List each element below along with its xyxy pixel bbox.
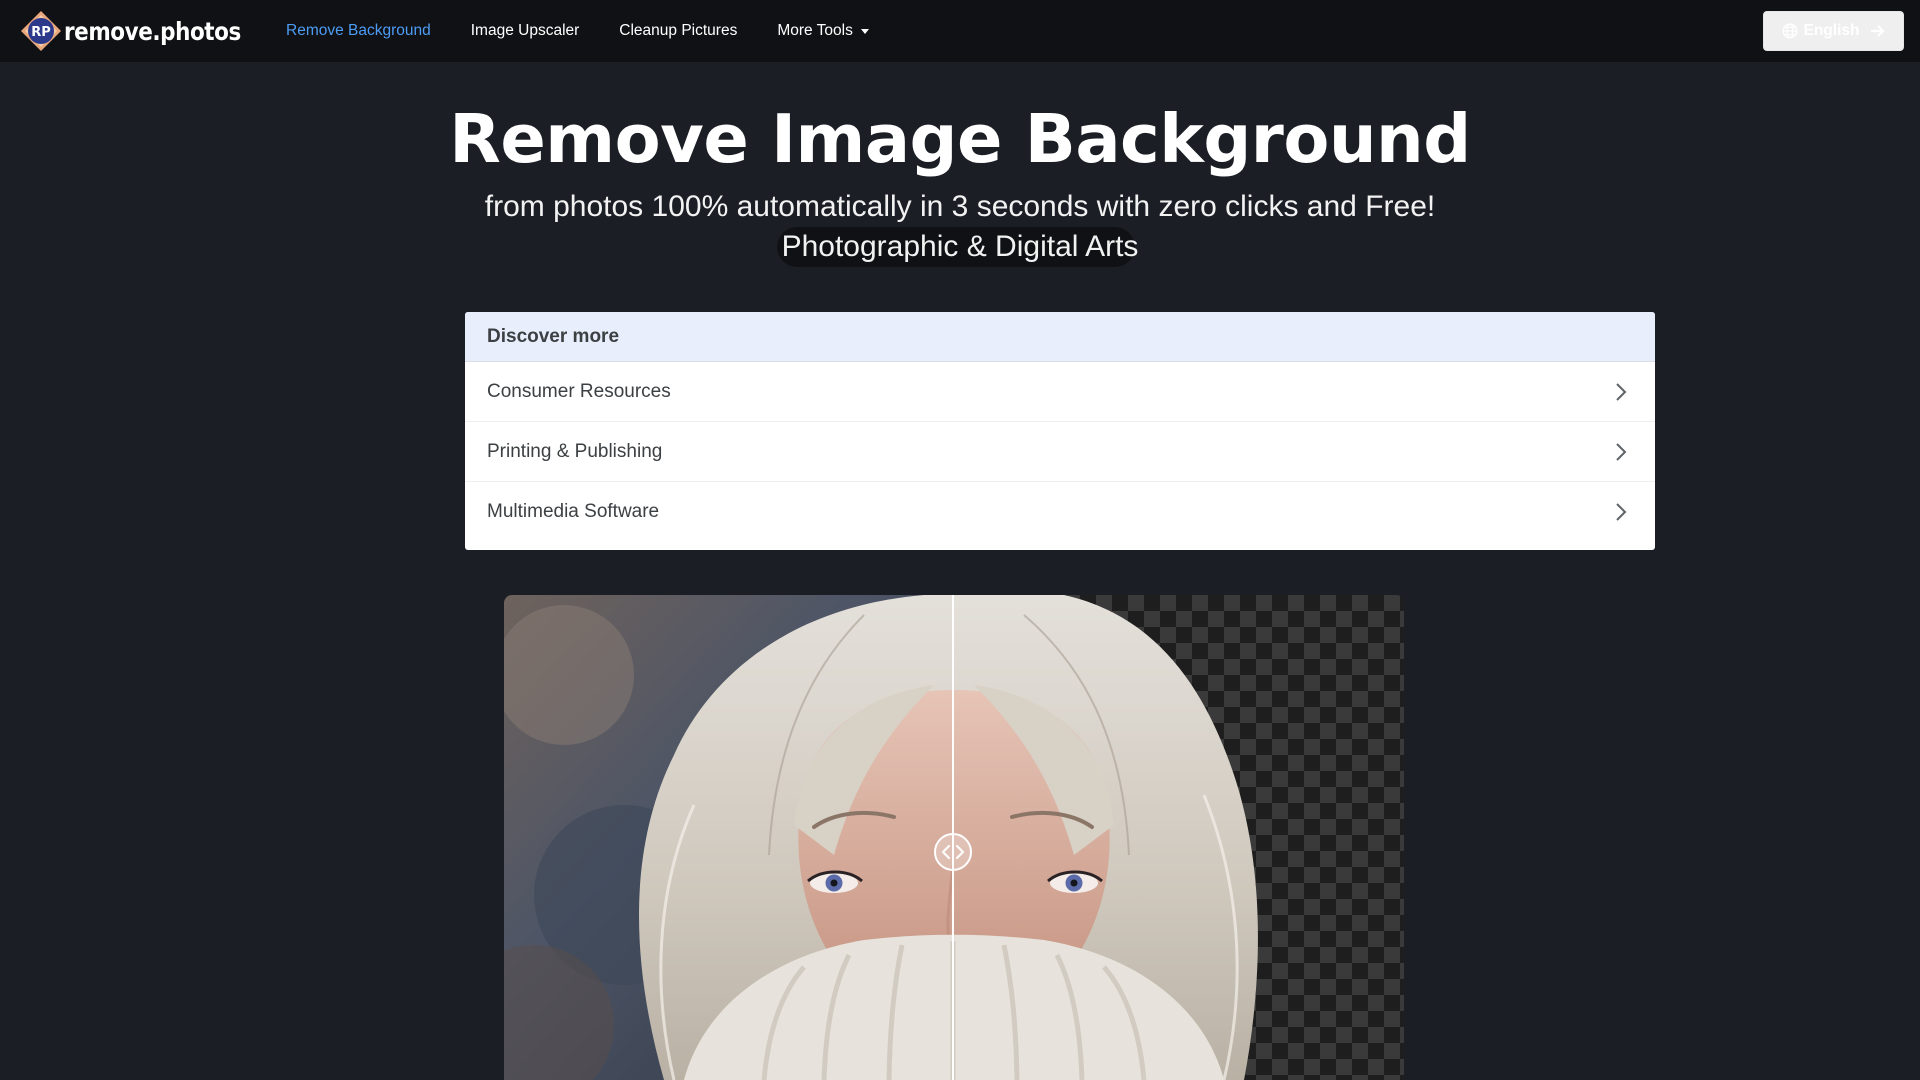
chevron-right-icon — [1616, 442, 1627, 461]
discover-more-panel: Discover more Consumer Resources Printin… — [465, 312, 1655, 550]
top-navbar: RP remove.photos Remove Background Image… — [0, 0, 1920, 62]
discover-item-printing-publishing[interactable]: Printing & Publishing — [465, 422, 1655, 482]
discover-more-heading: Discover more — [465, 312, 1655, 362]
split-arrows-icon — [941, 844, 965, 860]
page-title: Remove Image Background — [449, 100, 1471, 178]
arrow-right-icon — [1871, 25, 1885, 37]
rp-logo-icon: RP — [20, 10, 62, 52]
language-label: English — [1803, 22, 1860, 39]
category-tag-label: Photographic & Digital Arts — [781, 230, 1139, 263]
discover-item-label: Consumer Resources — [487, 380, 671, 402]
nav-image-upscaler[interactable]: Image Upscaler — [471, 22, 580, 40]
discover-item-label: Printing & Publishing — [487, 440, 663, 462]
globe-icon — [1781, 23, 1798, 39]
nav-remove-background[interactable]: Remove Background — [286, 22, 431, 40]
page-subtitle: from photos 100% automatically in 3 seco… — [484, 190, 1436, 223]
svg-text:RP: RP — [31, 25, 51, 40]
caret-down-icon — [860, 28, 869, 34]
language-button[interactable]: English — [1763, 11, 1904, 51]
discover-item-consumer-resources[interactable]: Consumer Resources — [465, 362, 1655, 422]
brand-link[interactable]: RP remove.photos — [20, 9, 270, 53]
chevron-right-icon — [1616, 503, 1627, 521]
before-after-compare[interactable] — [504, 595, 1404, 1080]
discover-item-multimedia-software[interactable]: Multimedia Software — [465, 482, 1655, 542]
nav-more-tools-label: More Tools — [777, 22, 853, 39]
nav-more-tools[interactable]: More Tools — [777, 22, 869, 40]
split-handle[interactable] — [934, 833, 972, 871]
category-tag[interactable]: Photographic & Digital Arts — [777, 227, 1138, 267]
brand-name: remove.photos — [64, 16, 241, 46]
nav-cleanup-pictures[interactable]: Cleanup Pictures — [619, 22, 737, 40]
main-nav: Remove Background Image Upscaler Cleanup… — [286, 0, 909, 62]
discover-item-label: Multimedia Software — [487, 501, 660, 522]
chevron-right-icon — [1616, 382, 1627, 401]
